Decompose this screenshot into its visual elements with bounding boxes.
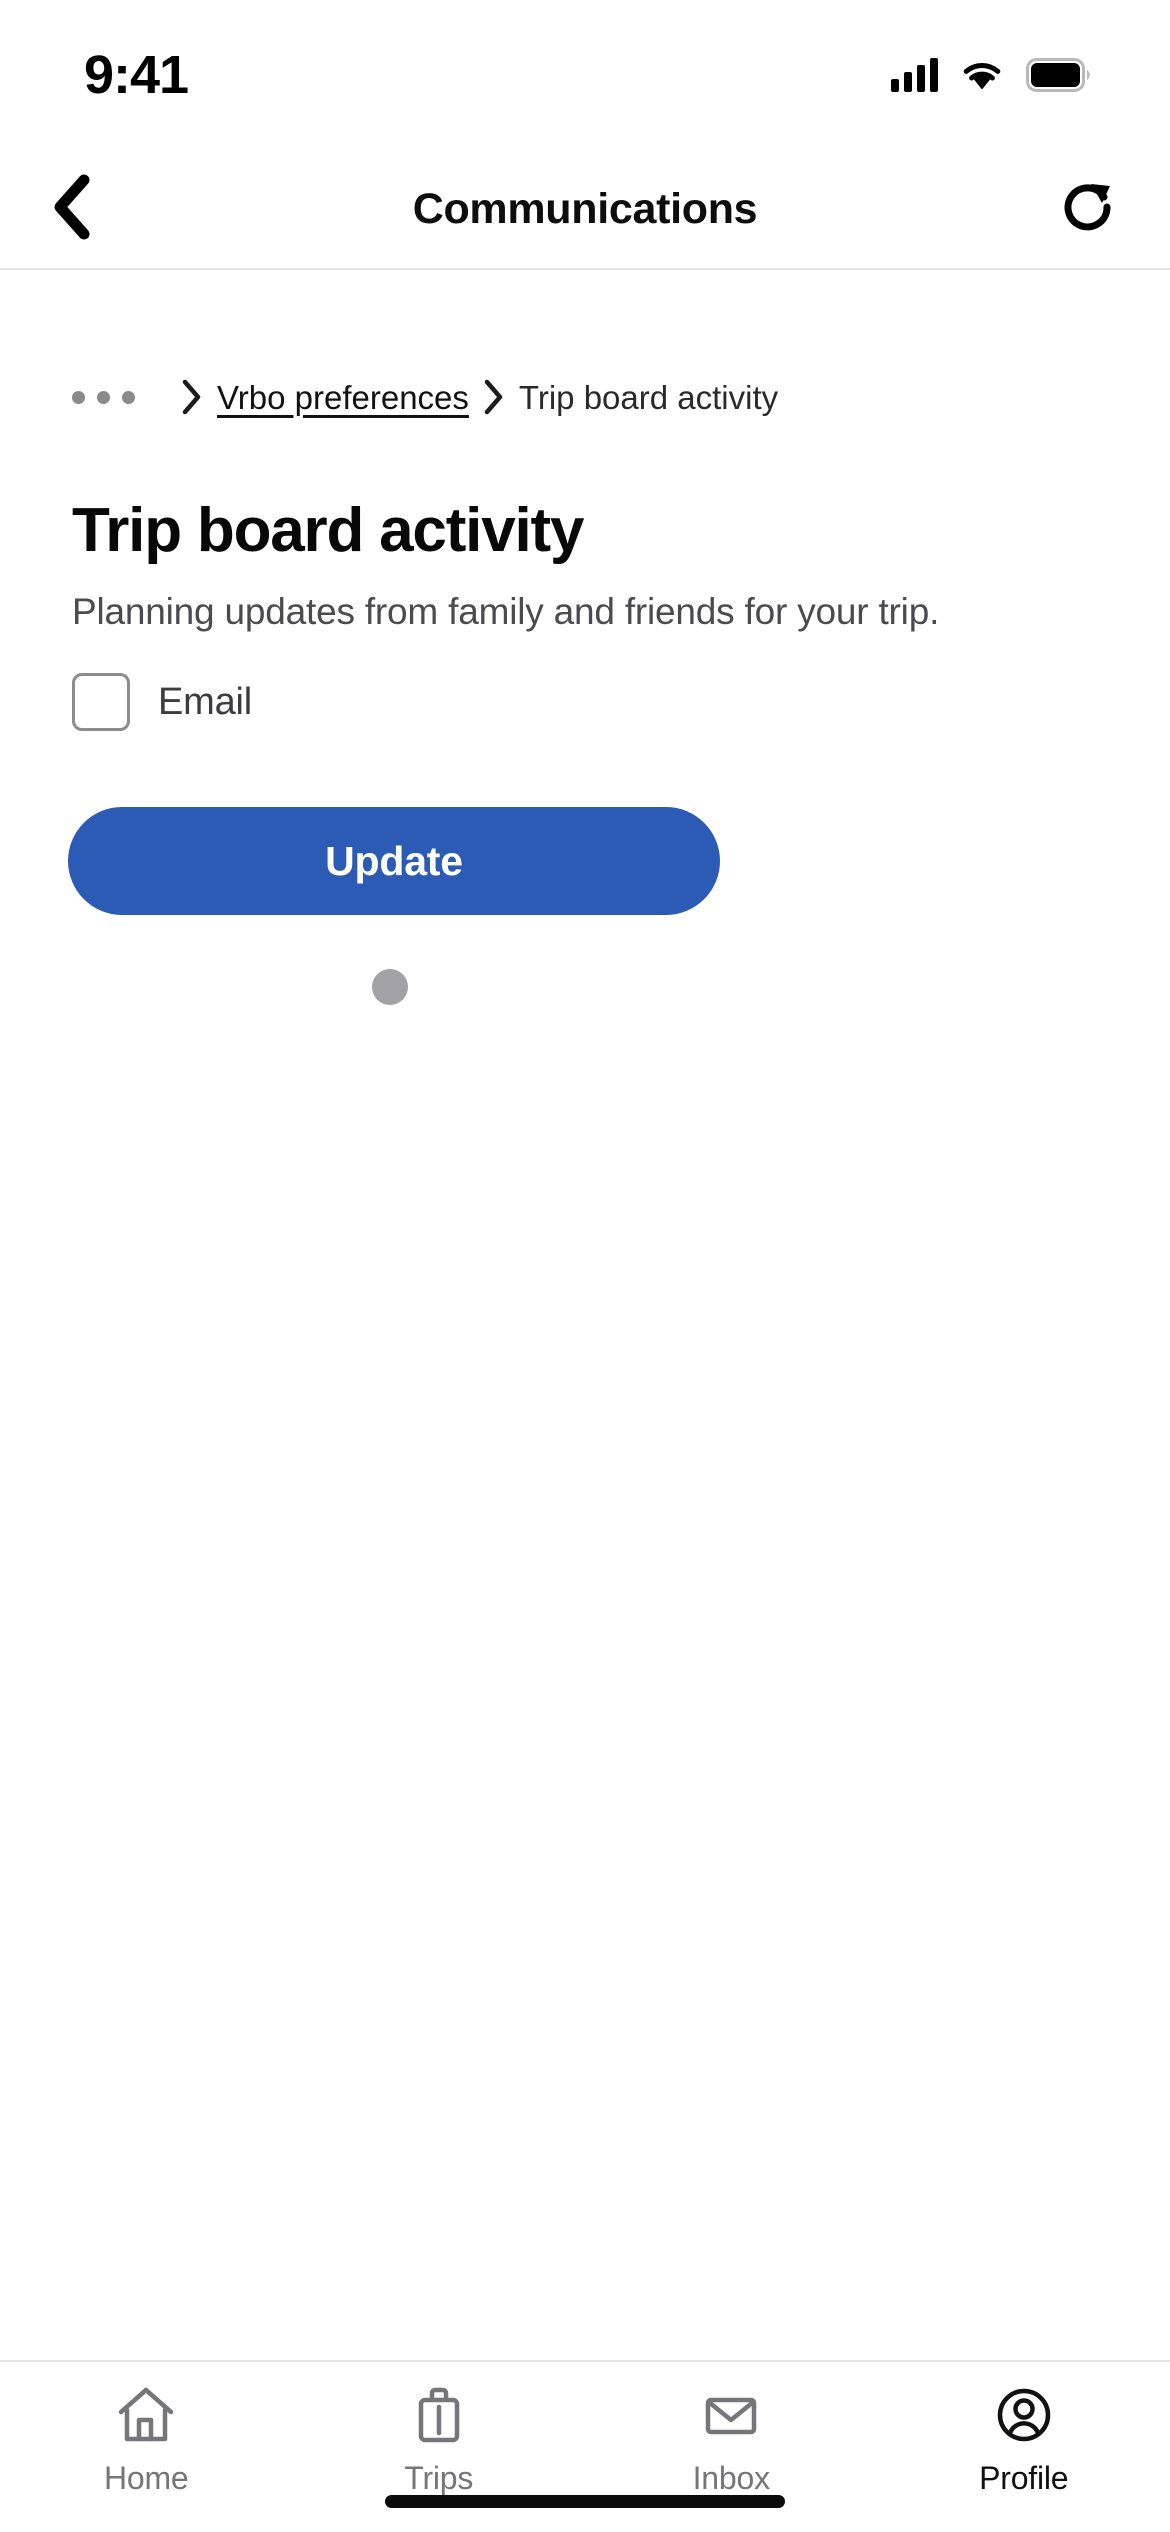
status-bar-time: 9:41	[84, 45, 189, 105]
chevron-right-icon	[483, 378, 505, 416]
email-checkbox-row[interactable]: Email	[72, 673, 253, 732]
refresh-icon	[1060, 178, 1116, 241]
tab-inbox-label: Inbox	[692, 2460, 770, 2496]
tab-inbox[interactable]: Inbox	[631, 2384, 831, 2497]
ellipsis-icon[interactable]	[72, 390, 135, 404]
phone-screen: 9:41 Communications Vrbo preferences Tri…	[0, 0, 1170, 2532]
tab-home-label: Home	[103, 2460, 189, 2496]
home-indicator	[385, 2495, 785, 2508]
tab-profile-label: Profile	[979, 2460, 1069, 2496]
status-bar-icons	[891, 58, 1092, 92]
envelope-icon	[700, 2384, 762, 2446]
breadcrumb: Vrbo preferences Trip board activity	[0, 270, 1170, 416]
breadcrumb-link-vrbo-preferences[interactable]: Vrbo preferences	[217, 381, 469, 414]
status-bar: 9:41	[0, 0, 1170, 150]
home-icon	[115, 2384, 177, 2446]
tab-profile[interactable]: Profile	[924, 2384, 1124, 2497]
loading-dot	[372, 969, 408, 1006]
email-checkbox[interactable]	[72, 673, 130, 732]
chevron-left-icon	[50, 174, 96, 245]
nav-bar: Communications	[0, 150, 1170, 270]
back-button[interactable]	[28, 164, 118, 254]
email-checkbox-label: Email	[158, 680, 253, 723]
suitcase-icon	[408, 2384, 470, 2446]
tab-trips[interactable]: Trips	[339, 2384, 539, 2497]
tab-home[interactable]: Home	[46, 2384, 246, 2497]
section-description: Planning updates from family and friends…	[72, 591, 940, 633]
tab-trips-label: Trips	[404, 2460, 474, 2496]
update-button[interactable]: Update	[68, 807, 720, 916]
refresh-button[interactable]	[1044, 165, 1132, 253]
breadcrumb-current-trip-board-activity: Trip board activity	[518, 378, 779, 416]
person-circle-icon	[993, 2384, 1055, 2446]
section-title: Trip board activity	[72, 496, 584, 565]
battery-full-icon	[1026, 58, 1092, 92]
chevron-right-icon	[181, 378, 203, 416]
wifi-icon	[960, 58, 1004, 92]
page-title: Communications	[412, 184, 758, 233]
main-content: Vrbo preferences Trip board activity Tri…	[0, 270, 1170, 2360]
signal-bars-icon	[891, 58, 938, 92]
